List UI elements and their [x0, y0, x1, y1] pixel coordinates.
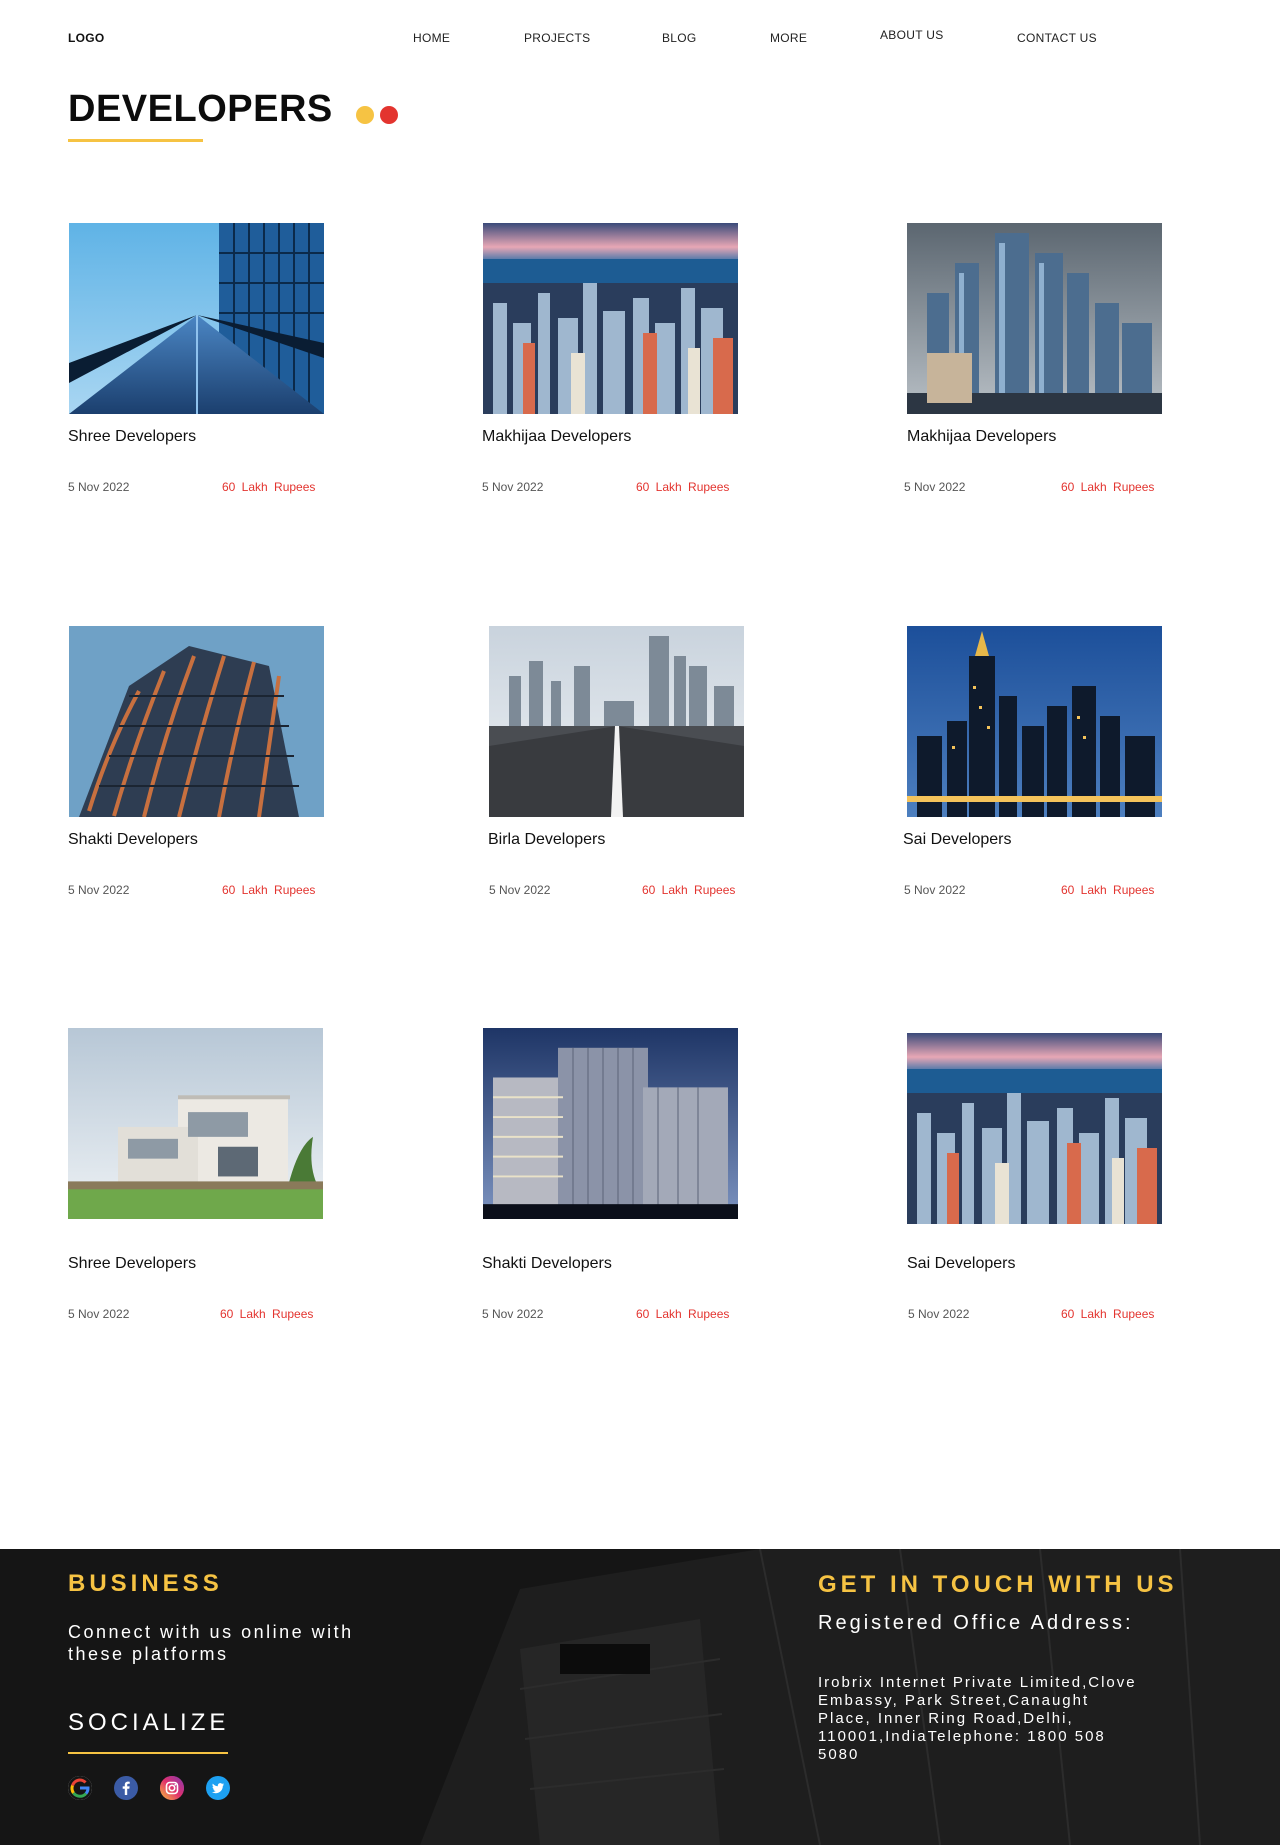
developer-card[interactable]: Sai Developers 5 Nov 2022 60 Lakh Rupees: [906, 1028, 1166, 1321]
developer-name[interactable]: Sai Developers: [907, 1255, 1016, 1273]
developer-photo[interactable]: [69, 626, 324, 817]
instagram-icon[interactable]: [160, 1776, 184, 1800]
price: 60 Lakh Rupees: [1061, 480, 1155, 494]
business-heading: BUSINESS: [68, 1570, 223, 1597]
registered-office-label: Registered Office Address:: [818, 1612, 1134, 1634]
developer-card[interactable]: Birla Developers 5 Nov 2022 60 Lakh Rupe…: [488, 626, 748, 906]
office-address: Irobrix Internet Private Limited,Clove E…: [818, 1674, 1137, 1763]
price: 60 Lakh Rupees: [222, 883, 316, 897]
nav-more[interactable]: MORE: [770, 31, 807, 45]
developer-card[interactable]: Shree Developers 5 Nov 2022 60 Lakh Rupe…: [68, 223, 328, 503]
developer-photo[interactable]: [483, 223, 738, 414]
developer-card[interactable]: Makhijaa Developers 5 Nov 2022 60 Lakh R…: [904, 223, 1166, 503]
date-posted: 5 Nov 2022: [908, 1307, 970, 1321]
developer-photo[interactable]: [489, 626, 744, 817]
socialize-heading: SOCIALIZE: [68, 1709, 230, 1736]
main-nav: HOME PROJECTS BLOG MORE ABOUT US CONTACT…: [0, 28, 1280, 47]
price: 60 Lakh Rupees: [1061, 1307, 1155, 1321]
date-posted: 5 Nov 2022: [68, 1307, 130, 1321]
developer-photo[interactable]: [907, 626, 1162, 817]
developer-name[interactable]: Shakti Developers: [68, 831, 198, 849]
get-in-touch-heading: GET IN TOUCH WITH US: [818, 1571, 1178, 1598]
developer-photo[interactable]: [907, 1033, 1162, 1224]
yellow-dot-decoration: [356, 106, 374, 124]
developer-photo[interactable]: [483, 1028, 738, 1221]
developer-card[interactable]: Shakti Developers 5 Nov 2022 60 Lakh Rup…: [482, 1028, 742, 1321]
title-underline: [68, 139, 203, 142]
nav-home[interactable]: HOME: [413, 31, 450, 45]
nav-projects[interactable]: PROJECTS: [524, 31, 590, 45]
date-posted: 5 Nov 2022: [68, 480, 130, 494]
developer-photo[interactable]: [68, 1028, 323, 1221]
developer-name[interactable]: Makhijaa Developers: [907, 428, 1056, 446]
developer-card[interactable]: Shakti Developers 5 Nov 2022 60 Lakh Rup…: [68, 626, 328, 906]
nav-about-us[interactable]: ABOUT US: [880, 28, 944, 42]
price: 60 Lakh Rupees: [642, 883, 736, 897]
date-posted: 5 Nov 2022: [68, 883, 130, 897]
developer-name[interactable]: Shree Developers: [68, 1255, 196, 1273]
developer-name[interactable]: Birla Developers: [488, 831, 605, 849]
developer-name[interactable]: Shree Developers: [68, 428, 196, 446]
developer-photo[interactable]: [907, 223, 1162, 414]
facebook-icon[interactable]: [114, 1776, 138, 1800]
nav-blog[interactable]: BLOG: [662, 31, 697, 45]
developer-card[interactable]: Sai Developers 5 Nov 2022 60 Lakh Rupees: [903, 626, 1163, 906]
nav-contact-us[interactable]: CONTACT US: [1017, 31, 1097, 45]
developer-card[interactable]: Shree Developers 5 Nov 2022 60 Lakh Rupe…: [68, 1028, 328, 1321]
developer-card[interactable]: Makhijaa Developers 5 Nov 2022 60 Lakh R…: [482, 223, 742, 503]
page-title: DEVELOPERS: [68, 88, 333, 130]
date-posted: 5 Nov 2022: [489, 883, 551, 897]
price: 60 Lakh Rupees: [636, 480, 730, 494]
twitter-icon[interactable]: [206, 1776, 230, 1800]
price: 60 Lakh Rupees: [220, 1307, 314, 1321]
connect-text: Connect with us online with these platfo…: [68, 1622, 354, 1664]
price: 60 Lakh Rupees: [1061, 883, 1155, 897]
price: 60 Lakh Rupees: [636, 1307, 730, 1321]
developer-name[interactable]: Sai Developers: [903, 831, 1012, 849]
date-posted: 5 Nov 2022: [904, 480, 966, 494]
socialize-underline: [68, 1752, 228, 1754]
developer-photo[interactable]: [69, 223, 324, 414]
price: 60 Lakh Rupees: [222, 480, 316, 494]
developer-name[interactable]: Makhijaa Developers: [482, 428, 631, 446]
red-dot-decoration: [380, 106, 398, 124]
footer: BUSINESS Connect with us online with the…: [0, 1549, 1280, 1845]
date-posted: 5 Nov 2022: [904, 883, 966, 897]
google-icon[interactable]: [68, 1776, 92, 1800]
date-posted: 5 Nov 2022: [482, 1307, 544, 1321]
developer-name[interactable]: Shakti Developers: [482, 1255, 612, 1273]
date-posted: 5 Nov 2022: [482, 480, 544, 494]
